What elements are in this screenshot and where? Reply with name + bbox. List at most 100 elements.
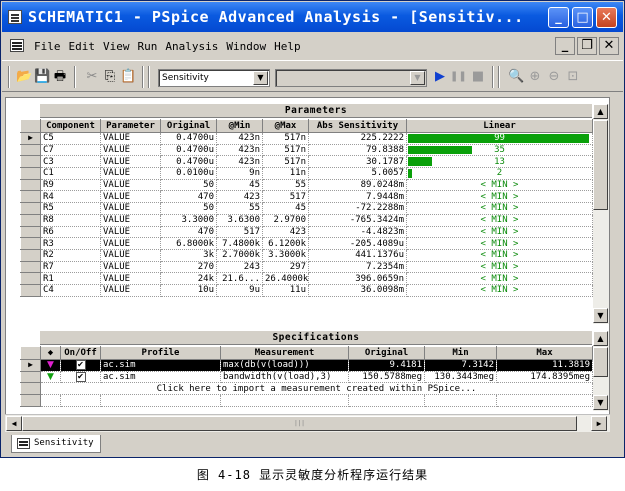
parameter-cell: VALUE (100, 143, 161, 157)
import-measurement-hint[interactable]: Click here to import a measurement creat… (40, 382, 593, 396)
chevron-down-icon[interactable]: ▼ (253, 71, 268, 85)
measurement-cell: max(db(v(load))) (220, 359, 349, 372)
parameters-scrollbar[interactable]: ▲ ▼ (593, 104, 609, 324)
col-original[interactable]: Original (160, 119, 217, 133)
minimize-button[interactable]: _ (548, 7, 569, 28)
spec-row[interactable]: ▶ ▼ ✔ ac.sim max(db(v(load))) 9.4181 7.3142 11.… (20, 359, 593, 372)
zoom-in-icon[interactable]: ⊕ (527, 69, 543, 84)
scroll-down-icon[interactable]: ▼ (593, 395, 608, 410)
app-icon[interactable] (8, 10, 22, 24)
mdi-close-button[interactable]: ✕ (599, 37, 619, 55)
document-icon[interactable] (10, 39, 24, 52)
tab-sensitivity[interactable]: Sensitivity (11, 435, 101, 453)
toolbar-separator (74, 66, 76, 88)
table-row[interactable]: R1 VALUE 24k 21.6... 26.4000k 396.0659n < MIN … (20, 272, 593, 285)
table-row[interactable]: C1 VALUE 0.0100u 9n 11n 5.0057 2 (20, 167, 593, 180)
abs-sensitivity-cell: 396.0659n (308, 272, 407, 285)
horizontal-scrollbar[interactable]: ◀ ||| ▶ (5, 414, 610, 432)
copy-icon[interactable]: ⎘ (102, 69, 118, 84)
col-spec-max[interactable]: Max (496, 346, 593, 360)
col-measurement[interactable]: Measurement (220, 346, 349, 360)
component-cell: C7 (40, 143, 101, 157)
parameter-cell: VALUE (100, 132, 161, 145)
row-header[interactable] (20, 370, 41, 384)
specifications-scrollbar[interactable]: ▲ ▼ (593, 331, 609, 411)
menu-bar: File Edit View Run Analysis Window Help … (2, 35, 623, 57)
table-row[interactable]: ▶ C5 VALUE 0.4700u 423n 517n 225.2222 99 (20, 132, 593, 145)
table-row[interactable]: R4 VALUE 470 423 517 7.9448m < MIN > (20, 190, 593, 204)
linear-value: < MIN > (480, 261, 519, 272)
menu-window[interactable]: Window (226, 40, 266, 53)
open-icon[interactable]: 📂 (16, 69, 32, 84)
table-row[interactable]: R3 VALUE 6.8000k 7.4800k 6.1200k -205.4089u < … (20, 237, 593, 250)
on-off-checkbox[interactable]: ✔ (75, 372, 86, 382)
scroll-up-icon[interactable]: ▲ (593, 331, 608, 346)
col-flag[interactable]: ◆ (40, 346, 61, 360)
spec-max-cell: 174.8395meg (496, 370, 593, 384)
zoom-out-icon[interactable]: ⊖ (546, 69, 562, 84)
menu-run[interactable]: Run (138, 40, 158, 53)
maximize-button[interactable]: □ (572, 7, 593, 28)
chevron-down-icon[interactable]: ▼ (410, 71, 425, 85)
table-row[interactable]: R8 VALUE 3.3000 3.6300 2.9700 -765.3424m < MIN… (20, 213, 593, 227)
row-header[interactable]: ▶ (20, 359, 41, 372)
menu-view[interactable]: View (103, 40, 130, 53)
scroll-right-icon[interactable]: ▶ (591, 416, 607, 431)
scroll-left-icon[interactable]: ◀ (6, 416, 22, 431)
spec-row[interactable]: ▼ ✔ ac.sim bandwidth(v(load),3) 150.5788meg 1… (20, 370, 593, 384)
col-min[interactable]: @Min (216, 119, 263, 133)
close-button[interactable]: ✕ (596, 7, 617, 28)
run-icon[interactable]: ▶ (432, 69, 448, 84)
mdi-minimize-button[interactable]: _ (555, 37, 575, 55)
table-row[interactable]: R6 VALUE 470 517 423 -4.4823m < MIN > (20, 225, 593, 239)
scroll-down-icon[interactable]: ▼ (593, 308, 608, 323)
import-measurement-row[interactable]: Click here to import a measurement creat… (20, 382, 593, 396)
title-bar[interactable]: SCHEMATIC1 - PSpice Advanced Analysis - … (2, 2, 623, 32)
zoom-area-icon[interactable]: ⊡ (565, 69, 581, 84)
flag-icon: ▼ (47, 372, 54, 383)
col-component[interactable]: Component (40, 119, 101, 133)
paste-icon[interactable]: 📋 (120, 69, 136, 84)
print-icon[interactable]: 🖶 (52, 69, 68, 84)
col-parameter[interactable]: Parameter (100, 119, 161, 133)
table-row[interactable]: C7 VALUE 0.4700u 423n 517n 79.8388 35 (20, 143, 593, 157)
scroll-thumb[interactable] (593, 347, 608, 377)
col-profile[interactable]: Profile (100, 346, 221, 360)
table-row[interactable]: R5 VALUE 50 55 45 -72.2288m < MIN > (20, 202, 593, 215)
menu-edit[interactable]: Edit (69, 40, 96, 53)
scroll-thumb[interactable] (593, 120, 608, 210)
col-on-off[interactable]: On/Off (60, 346, 101, 360)
col-spec-min[interactable]: Min (424, 346, 497, 360)
col-abs-sensitivity[interactable]: Abs Sensitivity (308, 119, 407, 133)
stop-icon[interactable]: ■ (470, 69, 486, 84)
col-max[interactable]: @Max (262, 119, 309, 133)
table-row[interactable]: R2 VALUE 3k 2.7000k 3.3000k 441.1376u < MIN > (20, 248, 593, 262)
table-row[interactable]: R7 VALUE 270 243 297 7.2354m < MIN > (20, 260, 593, 274)
analysis-select[interactable]: Sensitivity ▼ (158, 69, 270, 87)
menu-analysis[interactable]: Analysis (165, 40, 218, 53)
col-linear[interactable]: Linear (406, 119, 593, 133)
cut-icon[interactable]: ✂ (84, 69, 100, 84)
table-row[interactable]: R9 VALUE 50 45 55 89.0248m < MIN > (20, 178, 593, 192)
scroll-thumb[interactable]: ||| (22, 416, 577, 431)
parameter-cell: VALUE (100, 190, 161, 204)
component-cell: C3 (40, 155, 101, 169)
on-off-checkbox[interactable]: ✔ (75, 360, 86, 371)
menu-help[interactable]: Help (274, 40, 301, 53)
pause-icon[interactable]: ❚❚ (450, 69, 467, 84)
linear-value: < MIN > (480, 285, 519, 296)
window-title: SCHEMATIC1 - PSpice Advanced Analysis - … (28, 8, 524, 26)
menu-file[interactable]: File (34, 40, 61, 53)
scroll-up-icon[interactable]: ▲ (593, 104, 608, 119)
original-cell: 0.4700u (160, 132, 217, 145)
col-spec-original[interactable]: Original (348, 346, 425, 360)
save-icon[interactable]: 💾 (34, 69, 50, 84)
table-row[interactable]: C4 VALUE 10u 9u 11u 36.0098m < MIN > (20, 283, 593, 297)
table-row[interactable]: C3 VALUE 0.4700u 423n 517n 30.1787 13 (20, 155, 593, 169)
row-header (20, 272, 41, 285)
profile-select[interactable]: ▼ (275, 69, 427, 87)
zoom-fit-icon[interactable]: 🔍 (508, 69, 524, 84)
mdi-restore-button[interactable]: ❐ (577, 37, 597, 55)
abs-sensitivity-cell: 30.1787 (308, 155, 407, 169)
original-cell: 3.3000 (160, 213, 217, 227)
